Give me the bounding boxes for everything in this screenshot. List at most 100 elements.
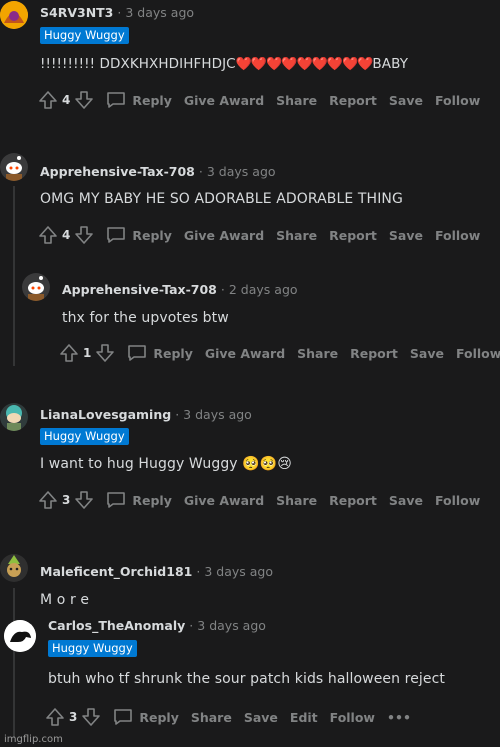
comment-bubble-icon — [107, 92, 126, 108]
give-award-button[interactable]: Give Award — [184, 93, 264, 108]
share-button[interactable]: Share — [276, 93, 317, 108]
comment-meta: Maleficent_Orchid181 · 3 days ago — [40, 564, 273, 579]
share-button[interactable]: Share — [276, 493, 317, 508]
timestamp[interactable]: 3 days ago — [197, 618, 266, 633]
avatar[interactable] — [0, 554, 28, 582]
report-button[interactable]: Report — [329, 228, 377, 243]
comment-text: OMG MY BABY HE SO ADORABLE ADORABLE THIN… — [40, 191, 403, 207]
share-button[interactable]: Share — [297, 346, 338, 361]
comment-actions: 4 Reply Give Award Share Report Save Fol… — [38, 225, 480, 245]
avatar[interactable] — [0, 403, 28, 431]
avatar[interactable] — [0, 1, 28, 29]
upvote-icon[interactable] — [59, 343, 79, 363]
author-name[interactable]: LianaLovesgaming — [40, 407, 171, 422]
follow-button[interactable]: Follow — [330, 710, 375, 725]
give-award-button[interactable]: Give Award — [184, 228, 264, 243]
more-options-icon[interactable]: ••• — [387, 710, 411, 725]
author-name[interactable]: Carlos_TheAnomaly — [48, 618, 185, 633]
follow-button[interactable]: Follow — [435, 93, 480, 108]
comment-meta: LianaLovesgaming · 3 days ago — [40, 407, 252, 422]
comment-bubble-icon — [114, 709, 133, 725]
comment-text: btuh who tf shrunk the sour patch kids h… — [48, 671, 446, 687]
report-button[interactable]: Report — [350, 346, 398, 361]
follow-button[interactable]: Follow — [435, 493, 480, 508]
timestamp[interactable]: 3 days ago — [207, 164, 276, 179]
save-button[interactable]: Save — [389, 493, 423, 508]
comment-actions: 3 Reply Share Save Edit Follow ••• — [45, 707, 411, 727]
thread-line[interactable] — [13, 588, 15, 738]
reply-label: Reply — [153, 345, 193, 361]
save-button[interactable]: Save — [244, 710, 278, 725]
comment-bubble-icon — [107, 227, 126, 243]
comment-actions: 4 Reply Give Award Share Report Save Fol… — [38, 90, 480, 110]
avatar[interactable] — [22, 273, 50, 301]
downvote-icon[interactable] — [74, 490, 94, 510]
separator: · — [117, 5, 122, 20]
timestamp[interactable]: 3 days ago — [125, 5, 194, 20]
upvote-icon[interactable] — [38, 225, 58, 245]
comment-text: !!!!!!!!!! DDXKHXHDIHFHDJC❤️❤️❤️❤️❤️❤️❤️… — [40, 56, 408, 72]
upvote-icon[interactable] — [45, 707, 65, 727]
comment-actions: 3 Reply Give Award Share Report Save Fol… — [38, 490, 480, 510]
upvote-icon[interactable] — [38, 90, 58, 110]
comment-meta: Apprehensive-Tax-708 · 3 days ago — [40, 164, 276, 179]
snoo-avatar-icon — [0, 153, 28, 181]
comment-meta: S4RV3NT3 · 3 days ago — [40, 5, 194, 20]
comment-actions: 1 Reply Give Award Share Report Save Fol… — [59, 343, 500, 363]
avatar[interactable] — [4, 620, 36, 652]
comment-text-start: !!!!!!!!!! DDXKHXHDIHFHDJC — [40, 56, 236, 72]
share-button[interactable]: Share — [191, 710, 232, 725]
avatar-icon — [0, 403, 28, 431]
report-button[interactable]: Report — [329, 493, 377, 508]
downvote-icon[interactable] — [81, 707, 101, 727]
hearts-emoji: ❤️❤️❤️❤️❤️❤️❤️❤️❤️ — [235, 57, 374, 72]
reply-label: Reply — [132, 492, 172, 508]
comment-text: M o r e — [40, 592, 90, 608]
report-button[interactable]: Report — [329, 93, 377, 108]
save-button[interactable]: Save — [389, 93, 423, 108]
comment-bubble-icon — [128, 345, 147, 361]
author-name[interactable]: S4RV3NT3 — [40, 5, 113, 20]
separator: · — [220, 282, 225, 297]
user-flair: Huggy Wuggy — [40, 428, 129, 445]
edit-button[interactable]: Edit — [290, 710, 318, 725]
downvote-icon[interactable] — [95, 343, 115, 363]
avatar-icon — [4, 620, 36, 652]
separator: · — [175, 407, 180, 422]
reply-button[interactable]: Reply — [106, 226, 172, 244]
comment-meta: Apprehensive-Tax-708 · 2 days ago — [62, 282, 298, 297]
give-award-button[interactable]: Give Award — [184, 493, 264, 508]
reply-button[interactable]: Reply — [106, 491, 172, 509]
reply-label: Reply — [132, 227, 172, 243]
downvote-icon[interactable] — [74, 225, 94, 245]
save-button[interactable]: Save — [410, 346, 444, 361]
follow-button[interactable]: Follow — [456, 346, 500, 361]
avatar-icon — [0, 1, 28, 29]
vote-score: 4 — [62, 93, 71, 107]
separator: · — [198, 164, 203, 179]
follow-button[interactable]: Follow — [435, 228, 480, 243]
reply-button[interactable]: Reply — [113, 708, 179, 726]
share-button[interactable]: Share — [276, 228, 317, 243]
reply-button[interactable]: Reply — [127, 344, 193, 362]
author-name[interactable]: Apprehensive-Tax-708 — [40, 164, 195, 179]
reply-label: Reply — [139, 709, 179, 725]
vote-score: 3 — [69, 710, 78, 724]
timestamp[interactable]: 2 days ago — [229, 282, 298, 297]
timestamp[interactable]: 3 days ago — [183, 407, 252, 422]
save-button[interactable]: Save — [389, 228, 423, 243]
reply-button[interactable]: Reply — [106, 91, 172, 109]
avatar[interactable] — [0, 153, 28, 181]
comment-text-end: BABY — [372, 56, 409, 72]
downvote-icon[interactable] — [74, 90, 94, 110]
thread-line[interactable] — [13, 186, 15, 366]
avatar-icon — [0, 554, 28, 582]
upvote-icon[interactable] — [38, 490, 58, 510]
author-name[interactable]: Maleficent_Orchid181 — [40, 564, 192, 579]
give-award-button[interactable]: Give Award — [205, 346, 285, 361]
user-flair: Huggy Wuggy — [48, 640, 137, 657]
timestamp[interactable]: 3 days ago — [204, 564, 273, 579]
vote-score: 1 — [83, 346, 92, 360]
separator: · — [189, 618, 194, 633]
author-name[interactable]: Apprehensive-Tax-708 — [62, 282, 217, 297]
